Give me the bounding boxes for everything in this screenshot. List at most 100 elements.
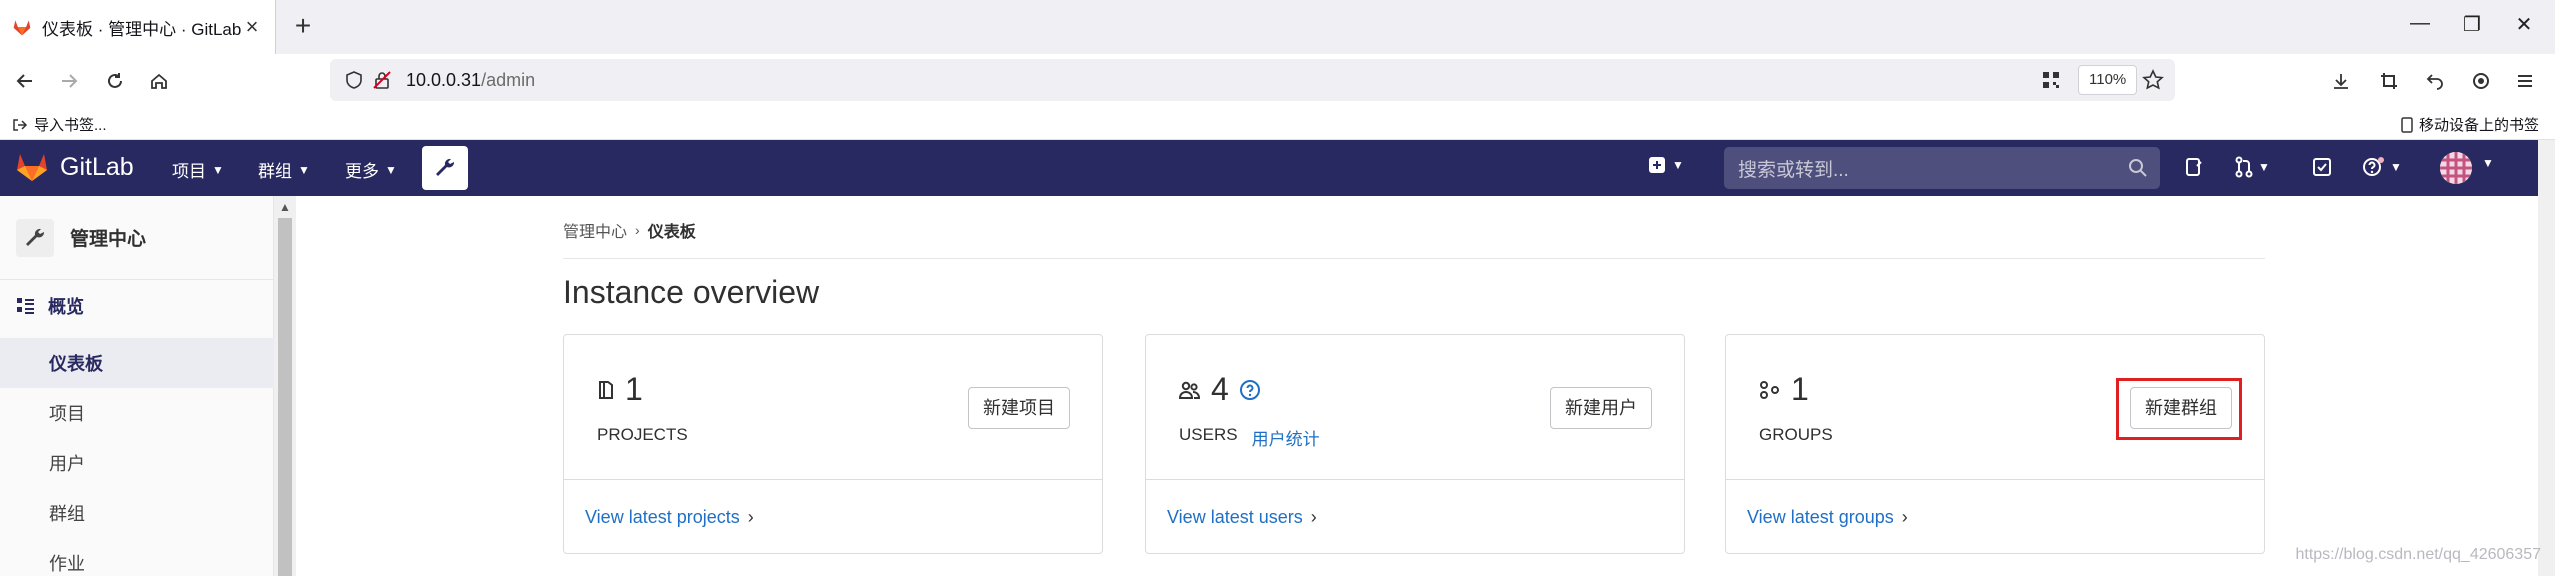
view-latest-users-link[interactable]: View latest users ›	[1167, 507, 1317, 528]
import-icon	[13, 118, 28, 131]
shield-icon[interactable]	[344, 70, 364, 90]
gitlab-brand: GitLab	[60, 152, 134, 181]
tanuki-icon	[17, 154, 47, 181]
help-icon[interactable]: ▼	[2362, 156, 2402, 178]
chevron-down-icon: ▼	[298, 162, 310, 177]
insecure-lock-icon[interactable]	[372, 70, 392, 90]
merge-requests-icon[interactable]: ▼	[2234, 156, 2270, 178]
bookmarks-bar: 导入书签... 移动设备上的书签	[0, 108, 2555, 140]
view-latest-users-label: View latest users	[1167, 507, 1303, 527]
chevron-down-icon: ▼	[212, 162, 224, 177]
card-body: 1 PROJECTS 新建项目	[564, 335, 1102, 480]
project-icon	[599, 380, 613, 399]
groups-card: 1 GROUPS 新建群组 View latest groups ›	[1725, 334, 2265, 554]
home-icon[interactable]	[144, 66, 174, 96]
gitlab-logo[interactable]: GitLab	[16, 152, 134, 182]
user-statistics-link[interactable]: 用户统计	[1252, 425, 1320, 450]
download-icon[interactable]	[2326, 66, 2356, 96]
scroll-up-icon[interactable]: ▲	[279, 200, 291, 214]
back-icon[interactable]	[10, 66, 40, 96]
users-count: 4	[1211, 371, 1229, 407]
issues-icon[interactable]	[2184, 156, 2204, 178]
search-placeholder: 搜索或转到...	[1738, 159, 1849, 181]
avatar[interactable]	[2440, 152, 2472, 184]
sidebar-item-label: 用户	[49, 454, 85, 474]
overview-icon	[17, 298, 34, 314]
view-latest-groups-link[interactable]: View latest groups ›	[1747, 507, 1908, 528]
address-bar[interactable]: 10.0.0.31/admin 110%	[330, 59, 2175, 101]
groups-stat: 1	[1759, 371, 1809, 408]
app-menu-icon[interactable]	[2510, 66, 2540, 96]
help-circle-icon[interactable]	[1239, 379, 1261, 401]
page-scrollbar[interactable]	[2538, 140, 2555, 576]
chevron-right-icon: ›	[1310, 507, 1317, 527]
reload-icon[interactable]	[100, 66, 130, 96]
mobile-bookmarks-label: 移动设备上的书签	[2418, 117, 2539, 134]
restore-icon[interactable]: ❐	[2452, 12, 2492, 42]
screenshot-icon[interactable]	[2374, 66, 2404, 96]
mobile-icon	[2401, 116, 2413, 133]
new-dropdown[interactable]: ▼	[1648, 156, 1684, 174]
gitlab-favicon-icon	[13, 20, 31, 36]
chevron-down-icon: ▼	[2258, 160, 2270, 174]
admin-area-button[interactable]	[422, 146, 468, 190]
groups-label-text: GROUPS	[1759, 425, 1833, 444]
page-title: Instance overview	[563, 274, 820, 310]
sidebar-title[interactable]: 管理中心	[0, 196, 274, 280]
window-close-icon[interactable]: ✕	[2504, 12, 2544, 42]
new-tab-icon[interactable]: +	[288, 12, 318, 42]
browser-tab-bar: 仪表板 · 管理中心 · GitLab × + — ❐ ✕	[0, 0, 2555, 54]
users-label-text: USERS	[1179, 425, 1238, 444]
sidebar-item-jobs[interactable]: 作业	[0, 538, 274, 588]
users-icon	[1179, 381, 1201, 399]
sidebar-item-users[interactable]: 用户	[0, 438, 274, 488]
search-input[interactable]: 搜索或转到...	[1724, 147, 2160, 189]
sidebar-title-label: 管理中心	[70, 229, 147, 250]
menu-more-label: 更多	[345, 162, 379, 181]
tab-close-icon[interactable]: ×	[241, 14, 263, 39]
sidebar-item-projects[interactable]: 项目	[0, 388, 274, 438]
url-text: 10.0.0.31/admin	[406, 70, 535, 91]
view-latest-groups-label: View latest groups	[1747, 507, 1894, 527]
groups-label: GROUPS	[1759, 425, 1833, 445]
breadcrumb-admin[interactable]: 管理中心	[563, 218, 627, 242]
view-latest-projects-link[interactable]: View latest projects ›	[585, 507, 754, 528]
url-host: 10.0.0.31	[406, 69, 482, 90]
menu-projects[interactable]: 项目 ▼	[172, 157, 224, 182]
gitlab-top-bar: GitLab 项目 ▼ 群组 ▼ 更多 ▼ ▼ 搜索或转到... ▼ ▼ ▼	[0, 140, 2538, 196]
new-user-button[interactable]: 新建用户	[1550, 387, 1652, 429]
new-project-button[interactable]: 新建项目	[968, 387, 1070, 429]
mobile-bookmarks[interactable]: 移动设备上的书签	[2401, 114, 2539, 135]
sidebar-item-dashboard[interactable]: 仪表板	[0, 338, 274, 388]
sidebar-item-groups[interactable]: 群组	[0, 488, 274, 538]
menu-more[interactable]: 更多 ▼	[345, 157, 397, 182]
sidebar-scroll-thumb[interactable]	[278, 218, 292, 576]
projects-stat: 1	[597, 371, 643, 408]
undo-icon[interactable]	[2420, 66, 2450, 96]
tab-title: 仪表板 · 管理中心 · GitLab	[42, 19, 241, 39]
zoom-level[interactable]: 110%	[2078, 65, 2138, 95]
card-body: 4 USERS 用户统计 新建用户	[1146, 335, 1684, 480]
chevron-right-icon: ›	[1901, 507, 1908, 527]
import-bookmarks-label: 导入书签...	[34, 117, 107, 134]
browser-tab[interactable]: 仪表板 · 管理中心 · GitLab ×	[0, 0, 276, 54]
groups-count: 1	[1791, 371, 1809, 407]
sidebar-item-label: 项目	[49, 404, 85, 424]
todos-icon[interactable]	[2312, 156, 2332, 178]
extension-icon[interactable]	[2466, 66, 2496, 96]
chevron-down-icon[interactable]: ▼	[2482, 156, 2494, 170]
bookmark-star-icon[interactable]	[2142, 69, 2164, 91]
chevron-right-icon: ›	[747, 507, 754, 527]
chevron-down-icon: ▼	[385, 162, 397, 177]
import-bookmarks[interactable]: 导入书签...	[12, 114, 107, 135]
qr-code-icon[interactable]	[2042, 71, 2060, 89]
minimize-icon[interactable]: —	[2400, 12, 2440, 42]
sidebar-item-label: 作业	[49, 554, 85, 574]
url-path: /admin	[481, 69, 536, 90]
menu-groups[interactable]: 群组 ▼	[258, 157, 310, 182]
forward-icon[interactable]	[54, 66, 84, 96]
sidebar-section-overview[interactable]: 概览	[0, 288, 274, 324]
chevron-down-icon: ▼	[1672, 158, 1684, 172]
sidebar-scrollbar[interactable]: ▲	[274, 196, 296, 576]
menu-groups-label: 群组	[258, 162, 292, 181]
